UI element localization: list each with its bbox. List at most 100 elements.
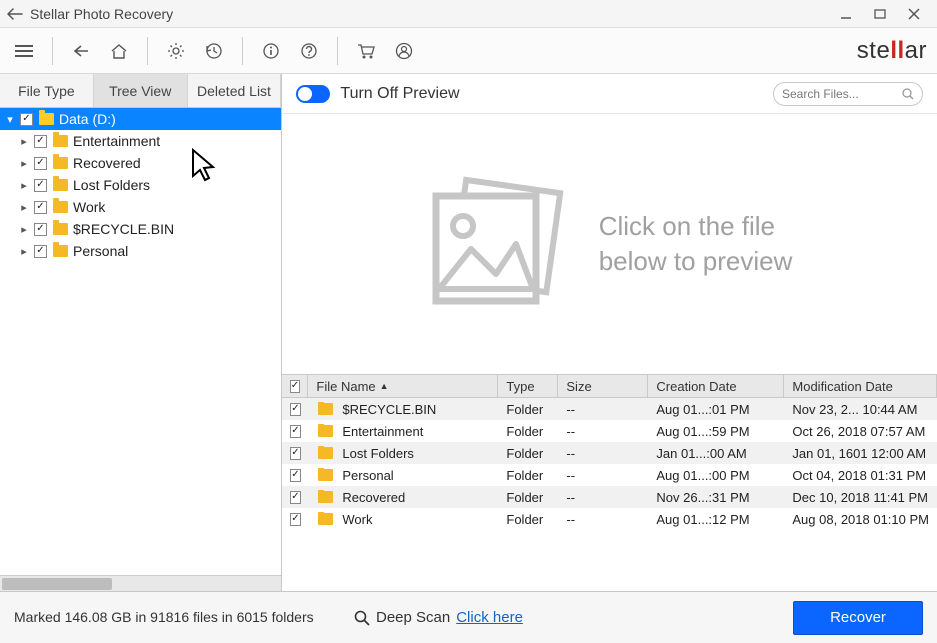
row-checkbox[interactable]: ✓ [290,403,300,416]
chevron-right-icon[interactable]: ▸ [18,135,30,148]
status-bar: Marked 146.08 GB in 91816 files in 6015 … [0,591,937,643]
col-creation-date[interactable]: Creation Date [648,375,784,397]
gear-icon[interactable] [162,37,190,65]
cell-size: -- [558,402,648,417]
image-placeholder-icon [421,174,571,314]
info-icon[interactable] [257,37,285,65]
tree-root[interactable]: ▾ ✓ Data (D:) [0,108,281,130]
window-minimize-button[interactable] [829,2,863,26]
chevron-down-icon[interactable]: ▾ [4,113,16,126]
tree-item[interactable]: ▸ ✓ Entertainment [0,130,281,152]
cell-type: Folder [498,446,558,461]
chevron-right-icon[interactable]: ▸ [18,157,30,170]
preview-toggle-label: Turn Off Preview [340,85,459,103]
window-close-button[interactable] [897,2,931,26]
table-row[interactable]: ✓WorkFolder--Aug 01...:12 PMAug 08, 2018… [282,508,937,530]
tree-checkbox[interactable]: ✓ [34,201,47,214]
chevron-right-icon[interactable]: ▸ [18,201,30,214]
tab-tree-view[interactable]: Tree View [94,74,188,107]
preview-toggle[interactable] [296,85,330,103]
tree-label: $RECYCLE.BIN [73,221,174,237]
row-checkbox[interactable]: ✓ [290,447,300,460]
cell-filename: Recovered [342,490,405,505]
search-placeholder: Search Files... [782,87,859,101]
table-row[interactable]: ✓Lost FoldersFolder--Jan 01...:00 AMJan … [282,442,937,464]
home-icon[interactable] [105,37,133,65]
tree-item[interactable]: ▸ ✓ Recovered [0,152,281,174]
chevron-right-icon[interactable]: ▸ [18,245,30,258]
cell-mdate: Aug 08, 2018 01:10 PM [784,512,937,527]
col-size[interactable]: Size [558,375,648,397]
tree-label: Personal [73,243,128,259]
app-title: Stellar Photo Recovery [30,6,173,22]
col-type[interactable]: Type [498,375,558,397]
folder-icon [53,157,68,169]
window-maximize-button[interactable] [863,2,897,26]
cell-size: -- [558,424,648,439]
tree-item[interactable]: ▸ ✓ $RECYCLE.BIN [0,218,281,240]
toolbar: stellar [0,28,937,74]
cell-size: -- [558,490,648,505]
table-row[interactable]: ✓$RECYCLE.BINFolder--Aug 01...:01 PMNov … [282,398,937,420]
cell-filename: $RECYCLE.BIN [342,402,436,417]
tree-label: Entertainment [73,133,160,149]
tab-deleted-list[interactable]: Deleted List [188,74,282,107]
recover-button[interactable]: Recover [793,601,923,635]
folder-icon [318,403,333,415]
deep-scan-link[interactable]: Click here [456,609,523,626]
cell-mdate: Oct 04, 2018 01:31 PM [784,468,937,483]
right-panel: Turn Off Preview Search Files... Click o… [282,74,937,591]
tree-checkbox[interactable]: ✓ [34,135,47,148]
folder-icon [318,425,333,437]
tree-label: Recovered [73,155,141,171]
tree-checkbox[interactable]: ✓ [34,245,47,258]
horizontal-scrollbar[interactable] [0,575,281,591]
col-filename[interactable]: File Name▲ [308,375,498,397]
grid-header: ✓ File Name▲ Type Size Creation Date Mod… [282,374,937,398]
sort-asc-icon: ▲ [380,381,389,391]
preview-area: Click on the file below to preview [282,114,937,374]
cell-cdate: Aug 01...:59 PM [648,424,784,439]
row-checkbox[interactable]: ✓ [290,425,300,438]
row-checkbox[interactable]: ✓ [290,513,300,526]
folder-icon [53,245,68,257]
tree-label: Data (D:) [59,111,116,127]
cell-mdate: Nov 23, 2... 10:44 AM [784,402,937,417]
table-row[interactable]: ✓EntertainmentFolder--Aug 01...:59 PMOct… [282,420,937,442]
tab-file-type[interactable]: File Type [0,74,94,107]
cell-size: -- [558,512,648,527]
cell-size: -- [558,446,648,461]
tree-item[interactable]: ▸✓Lost Folders [0,174,281,196]
tree-checkbox[interactable]: ✓ [34,223,47,236]
row-checkbox[interactable]: ✓ [290,491,300,504]
history-icon[interactable] [200,37,228,65]
nav-back-icon[interactable] [67,37,95,65]
col-modification-date[interactable]: Modification Date [784,375,937,397]
titlebar: Stellar Photo Recovery [0,0,937,28]
header-checkbox[interactable]: ✓ [282,375,308,397]
search-input[interactable]: Search Files... [773,82,923,106]
menu-icon[interactable] [10,37,38,65]
chevron-right-icon[interactable]: ▸ [18,223,30,236]
row-checkbox[interactable]: ✓ [290,469,300,482]
cell-filename: Lost Folders [342,446,414,461]
tree-item[interactable]: ▸✓Work [0,196,281,218]
cart-icon[interactable] [352,37,380,65]
user-icon[interactable] [390,37,418,65]
chevron-right-icon[interactable]: ▸ [18,179,30,192]
tree-checkbox[interactable]: ✓ [34,157,47,170]
search-icon [902,88,914,100]
folder-icon [53,223,68,235]
tree-checkbox[interactable]: ✓ [34,179,47,192]
scrollbar-thumb[interactable] [2,578,112,590]
folder-tree[interactable]: ▾ ✓ Data (D:) ▸ ✓ Entertainment ▸ ✓ Recovered… [0,108,281,575]
table-row[interactable]: ✓RecoveredFolder--Nov 26...:31 PMDec 10,… [282,486,937,508]
cell-type: Folder [498,512,558,527]
cell-cdate: Aug 01...:00 PM [648,468,784,483]
table-row[interactable]: ✓PersonalFolder--Aug 01...:00 PMOct 04, … [282,464,937,486]
cell-mdate: Oct 26, 2018 07:57 AM [784,424,937,439]
help-icon[interactable] [295,37,323,65]
tree-checkbox[interactable]: ✓ [20,113,33,126]
cell-mdate: Jan 01, 1601 12:00 AM [784,446,937,461]
tree-item[interactable]: ▸ ✓ Personal [0,240,281,262]
